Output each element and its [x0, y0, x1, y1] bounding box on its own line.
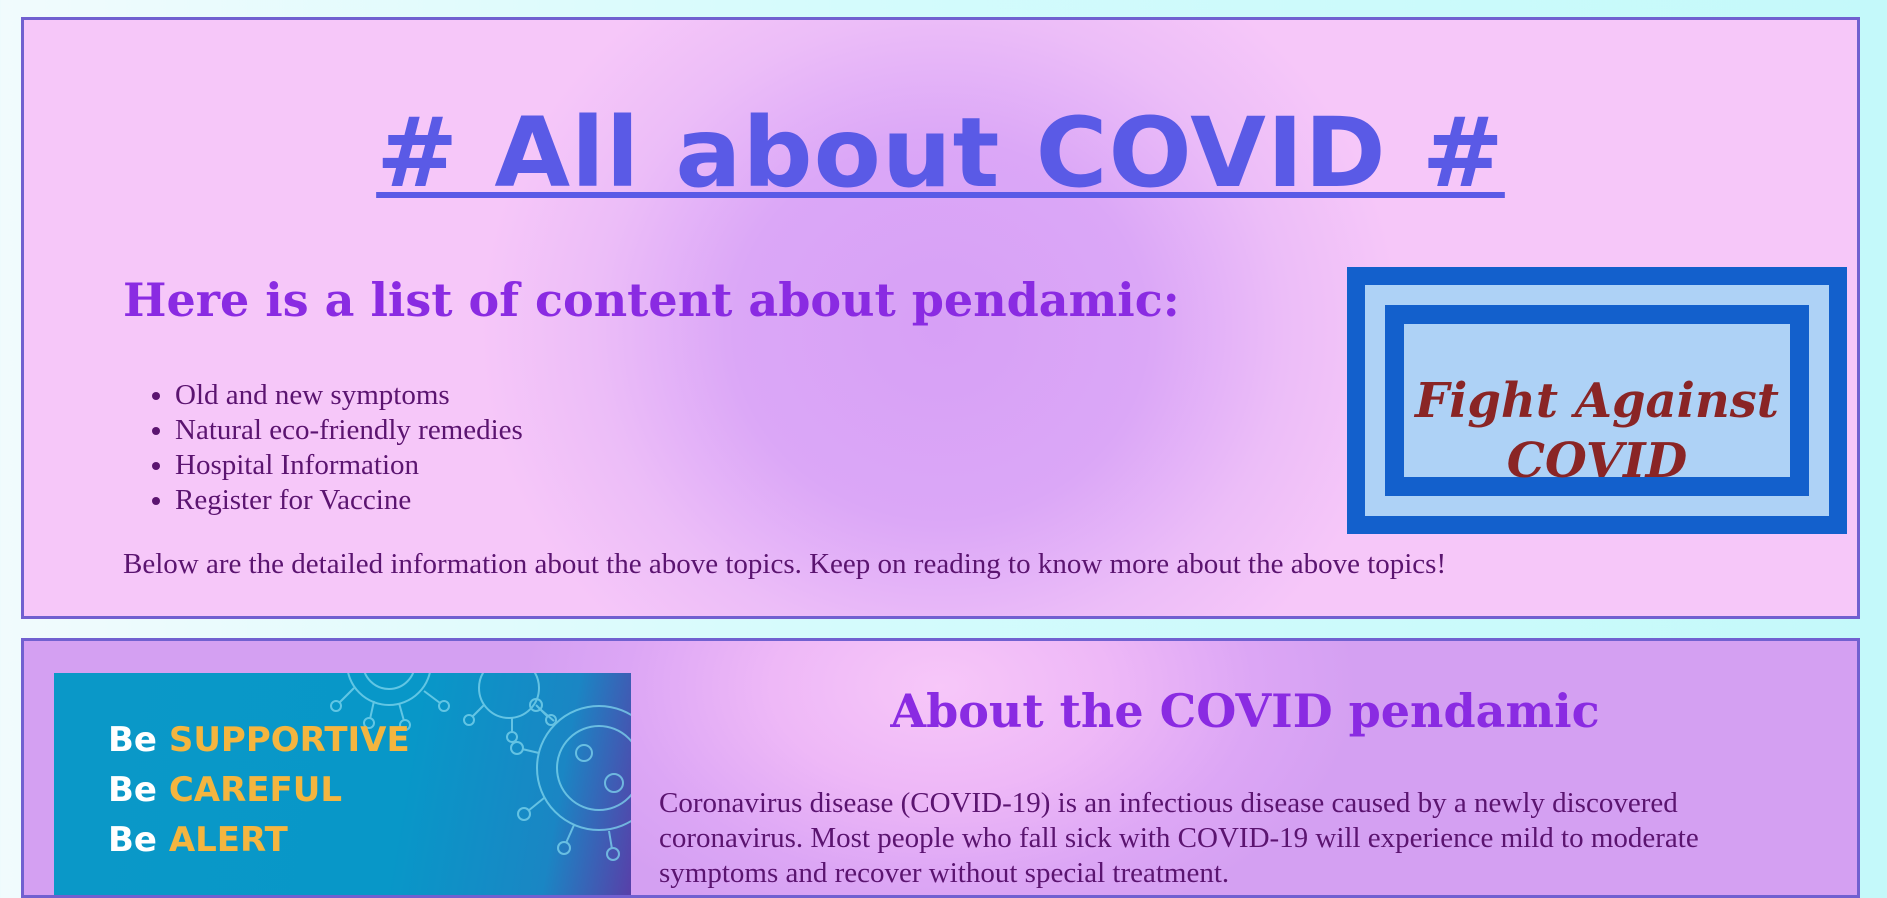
- intro-paragraph: Below are the detailed information about…: [123, 548, 1447, 580]
- promo-prefix: Be: [108, 820, 157, 860]
- page: { "header": { "title": "# All about COVI…: [0, 0, 1887, 898]
- topic-item-remedies: Natural eco-friendly remedies: [175, 413, 523, 448]
- page-title: # All about COVID #: [24, 97, 1857, 209]
- promo-prefix: Be: [108, 770, 157, 810]
- topic-list: Old and new symptoms Natural eco-friendl…: [125, 378, 523, 518]
- about-heading: About the COVID pendamic: [890, 684, 1600, 738]
- be-careful-image: Be SUPPORTIVE Be CAREFUL Be ALERT: [54, 673, 631, 895]
- promo-line-supportive: Be SUPPORTIVE: [108, 716, 410, 764]
- topic-item-symptoms: Old and new symptoms: [175, 378, 523, 413]
- page-title-text: # All about COVID #: [376, 97, 1505, 209]
- promo-word: CAREFUL: [168, 770, 342, 810]
- promo-line-careful: Be CAREFUL: [108, 766, 342, 814]
- intro-section: # All about COVID # Here is a list of co…: [21, 17, 1860, 619]
- about-paragraph: Coronavirus disease (COVID-19) is an inf…: [659, 787, 1699, 889]
- topic-item-hospital: Hospital Information: [175, 448, 523, 483]
- fight-covid-banner: Fight Against COVID: [1347, 267, 1847, 534]
- about-section: Be SUPPORTIVE Be CAREFUL Be ALERT About …: [21, 638, 1860, 898]
- banner-text: Fight Against COVID: [1415, 373, 1779, 489]
- content-list-heading: Here is a list of content about pendamic…: [123, 273, 1180, 327]
- promo-word: ALERT: [168, 820, 288, 860]
- topic-item-vaccine: Register for Vaccine: [175, 483, 523, 518]
- promo-line-alert: Be ALERT: [108, 816, 288, 864]
- promo-word: SUPPORTIVE: [168, 720, 410, 760]
- promo-prefix: Be: [108, 720, 157, 760]
